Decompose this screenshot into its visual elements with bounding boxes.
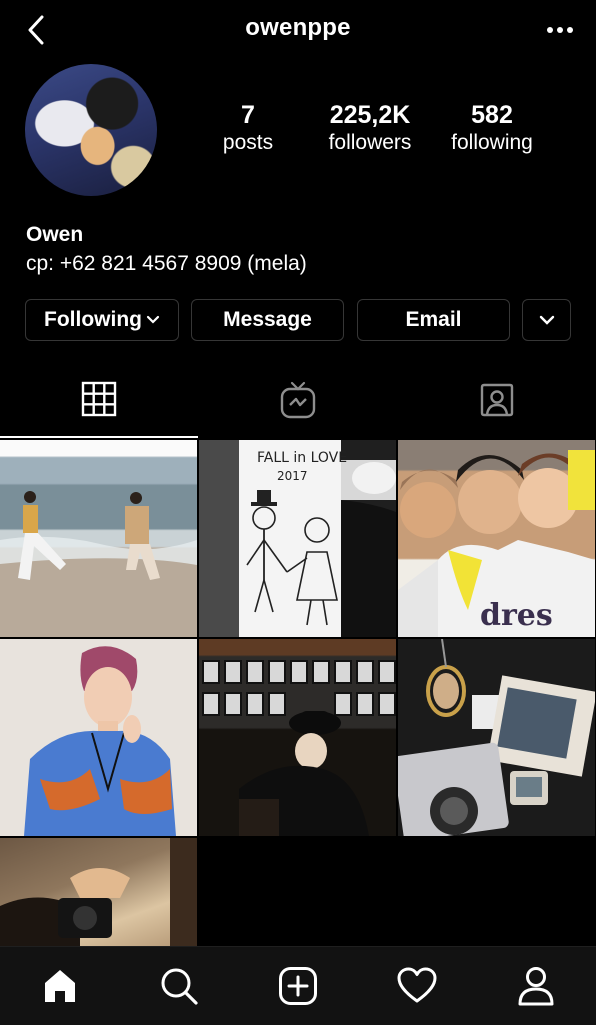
post-thumbnail[interactable]: dres: [398, 440, 595, 637]
jersey-text: dres: [480, 598, 553, 633]
drawing-text-1: FALL in LOVE: [257, 450, 347, 466]
email-button-label: Email: [405, 308, 462, 331]
fall-in-love-drawing: FALL in LOVE 2017: [199, 440, 396, 637]
grid-icon: [81, 381, 117, 417]
chevron-down-icon: [146, 315, 160, 324]
search-icon: [161, 968, 198, 1005]
more-options-button[interactable]: [544, 18, 576, 42]
email-button[interactable]: Email: [357, 299, 510, 341]
message-button[interactable]: Message: [191, 299, 344, 341]
following-number: 582: [471, 101, 513, 129]
following-label: following: [451, 131, 533, 154]
post-thumbnail[interactable]: FALL in LOVE 2017: [199, 440, 396, 637]
followers-label: followers: [328, 131, 412, 154]
chevron-down-icon: [539, 315, 554, 325]
following-count[interactable]: 582 following: [422, 100, 562, 156]
tab-posts-grid[interactable]: [0, 362, 198, 438]
group-selfie-photo: dres: [398, 450, 595, 637]
portrait-photo: [24, 646, 176, 836]
tab-tagged[interactable]: [398, 362, 596, 438]
top-bar: owenppe: [0, 0, 596, 62]
profile-avatar[interactable]: [25, 64, 157, 196]
posts-number: 7: [241, 101, 255, 129]
nav-activity[interactable]: [357, 947, 476, 1025]
ellipsis-icon: [547, 27, 573, 33]
message-button-label: Message: [223, 308, 312, 331]
flatlay-photo: [398, 639, 595, 836]
profile-icon: [518, 967, 553, 1006]
mirror-selfie-photo: [0, 838, 197, 946]
nav-home[interactable]: [0, 947, 119, 1025]
post-thumbnail[interactable]: [0, 440, 197, 637]
posts-count[interactable]: 7 posts: [178, 100, 318, 156]
nav-create[interactable]: [238, 947, 357, 1025]
tab-igtv[interactable]: [199, 362, 397, 438]
followers-number: 225,2K: [329, 101, 411, 129]
username-title: owenppe: [245, 14, 351, 41]
post-thumbnail[interactable]: [398, 639, 595, 836]
nav-search[interactable]: [119, 947, 238, 1025]
heart-icon: [397, 967, 436, 1003]
following-button[interactable]: Following: [25, 299, 179, 341]
tagged-icon: [480, 383, 514, 417]
home-icon: [44, 970, 75, 1002]
bottom-nav: [0, 946, 596, 1025]
profile-name: Owen: [26, 223, 84, 246]
igtv-icon: [280, 381, 316, 419]
posts-label: posts: [222, 131, 274, 154]
post-thumbnail[interactable]: [0, 639, 197, 836]
following-button-label: Following: [44, 308, 142, 331]
nav-profile[interactable]: [476, 947, 595, 1025]
wall-of-photos: [202, 660, 396, 836]
profile-bio: cp: +62 821 4567 8909 (mela): [26, 252, 307, 275]
followers-count[interactable]: 225,2K followers: [300, 100, 440, 156]
drawing-text-2: 2017: [277, 469, 308, 483]
beach-photo: [0, 491, 197, 580]
suggested-accounts-button[interactable]: [522, 299, 571, 341]
create-icon: [278, 967, 317, 1005]
post-thumbnail[interactable]: [199, 639, 396, 836]
post-thumbnail[interactable]: [0, 838, 197, 946]
